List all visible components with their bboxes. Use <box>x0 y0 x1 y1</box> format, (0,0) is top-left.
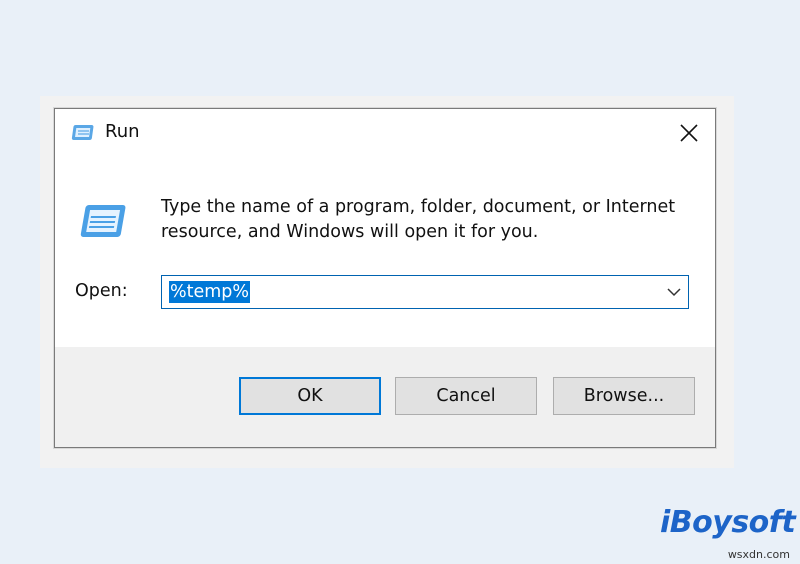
open-label: Open: <box>75 281 128 301</box>
close-button[interactable] <box>663 109 715 157</box>
cancel-button[interactable]: Cancel <box>395 377 537 415</box>
open-combobox[interactable]: %temp% <box>161 275 689 309</box>
run-dialog: Run Type the name of a program, folder, … <box>54 108 716 448</box>
brand-logo: iBoysoft <box>660 505 796 540</box>
chevron-down-icon[interactable] <box>666 285 682 299</box>
close-icon <box>680 124 698 142</box>
browse-button[interactable]: Browse... <box>553 377 695 415</box>
ok-button[interactable]: OK <box>239 377 381 415</box>
dialog-title: Run <box>105 121 140 142</box>
title-bar: Run <box>55 109 715 157</box>
run-icon <box>71 125 94 140</box>
dialog-description: Type the name of a program, folder, docu… <box>161 197 676 242</box>
button-bar: OK Cancel Browse... <box>55 347 715 447</box>
run-large-icon <box>80 205 126 237</box>
open-input-value[interactable]: %temp% <box>169 281 251 303</box>
dialog-content: Type the name of a program, folder, docu… <box>55 157 715 347</box>
watermark-text: wsxdn.com <box>727 548 790 561</box>
